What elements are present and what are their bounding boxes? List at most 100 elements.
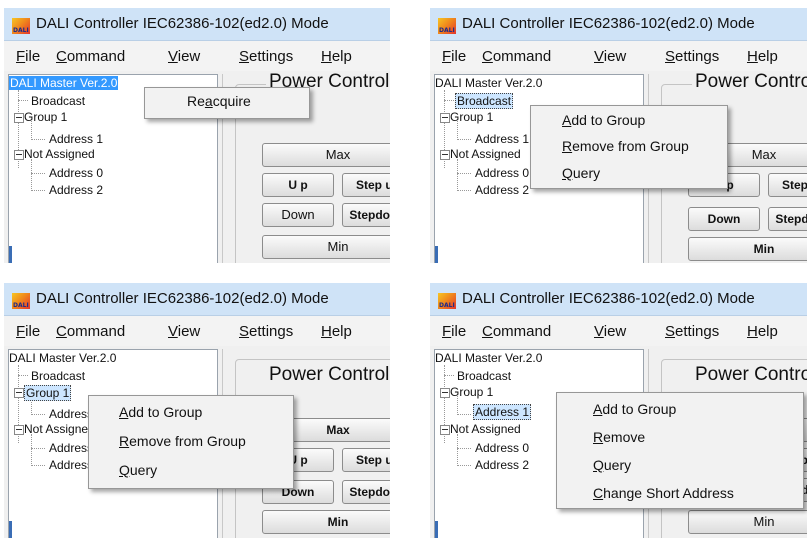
context-item-add-to-group[interactable]: Add to Group bbox=[562, 112, 645, 128]
collapse-icon[interactable] bbox=[440, 150, 450, 160]
tree-item-address-1[interactable]: Address 1 bbox=[473, 404, 532, 420]
menu-settings[interactable]: Settings bbox=[665, 48, 719, 65]
step-up-button[interactable]: Step up bbox=[342, 173, 390, 197]
tree-item-group-1[interactable]: Group 1 bbox=[450, 385, 493, 399]
collapse-icon[interactable] bbox=[440, 425, 450, 435]
collapse-icon[interactable] bbox=[440, 113, 450, 123]
menu-help[interactable]: Help bbox=[747, 48, 778, 65]
menu-file[interactable]: File bbox=[16, 48, 40, 65]
menu-view[interactable]: View bbox=[594, 48, 626, 65]
scrollbar[interactable] bbox=[435, 521, 438, 538]
tree-item-broadcast[interactable]: Broadcast bbox=[31, 369, 85, 383]
scrollbar[interactable] bbox=[435, 246, 438, 263]
menu-bar: File Command View Settings Help bbox=[430, 316, 807, 346]
tree-item-broadcast[interactable]: Broadcast bbox=[457, 369, 511, 383]
window-title: DALI Controller IEC62386-102(ed2.0) Mode bbox=[462, 290, 755, 307]
step-up-button[interactable]: Step up bbox=[342, 448, 390, 472]
menu-bar: File Command View Settings Help bbox=[4, 316, 390, 346]
step-down-button[interactable]: Stepdown bbox=[342, 203, 390, 227]
min-button[interactable]: Min bbox=[262, 510, 390, 534]
tree-item-not-assigned[interactable]: Not Assigned bbox=[24, 147, 95, 161]
menu-file[interactable]: File bbox=[442, 323, 466, 340]
menu-help[interactable]: Help bbox=[321, 323, 352, 340]
tree-item-not-assigned[interactable]: Not Assigned bbox=[450, 147, 521, 161]
menu-settings[interactable]: Settings bbox=[665, 323, 719, 340]
menu-command[interactable]: Command bbox=[56, 48, 125, 65]
power-control-title: Power Control bbox=[692, 71, 807, 93]
title-bar: DALI DALI Controller IEC62386-102(ed2.0)… bbox=[4, 8, 390, 41]
scrollbar[interactable] bbox=[9, 246, 12, 263]
context-item-add-to-group[interactable]: Add to Group bbox=[593, 401, 676, 417]
tree-item-broadcast[interactable]: Broadcast bbox=[455, 93, 514, 109]
screenshot-panel-2: DALI DALI Controller IEC62386-102(ed2.0)… bbox=[430, 8, 807, 263]
menu-view[interactable]: View bbox=[168, 323, 200, 340]
menu-command[interactable]: Command bbox=[482, 48, 551, 65]
down-button[interactable]: Down bbox=[262, 203, 334, 227]
context-item-query[interactable]: Query bbox=[119, 462, 157, 478]
min-button[interactable]: Min bbox=[688, 237, 807, 261]
tree-item-address-1[interactable]: Address 1 bbox=[49, 132, 103, 146]
tree-root-master[interactable]: DALI Master Ver.2.0 bbox=[435, 351, 542, 365]
tree-item-address-1[interactable]: Address 1 bbox=[475, 132, 529, 146]
up-button[interactable]: U p bbox=[262, 173, 334, 197]
menu-command[interactable]: Command bbox=[56, 323, 125, 340]
menu-settings[interactable]: Settings bbox=[239, 323, 293, 340]
power-control-title: Power Control bbox=[266, 364, 390, 386]
tree-item-address-0[interactable]: Address 0 bbox=[475, 166, 529, 180]
context-menu: Add to Group Remove from Group Query bbox=[88, 395, 294, 489]
menu-view[interactable]: View bbox=[168, 48, 200, 65]
tree-item-address-0[interactable]: Address 0 bbox=[475, 441, 529, 455]
context-item-change-short-address[interactable]: Change Short Address bbox=[593, 485, 734, 501]
menu-file[interactable]: File bbox=[442, 48, 466, 65]
menu-help[interactable]: Help bbox=[321, 48, 352, 65]
context-item-query[interactable]: Query bbox=[562, 165, 600, 181]
context-item-remove-from-group[interactable]: Remove from Group bbox=[119, 433, 246, 449]
scrollbar[interactable] bbox=[9, 521, 12, 538]
menu-settings[interactable]: Settings bbox=[239, 48, 293, 65]
max-button[interactable]: Max bbox=[262, 143, 390, 167]
min-button[interactable]: Min bbox=[688, 510, 807, 534]
title-bar: DALI DALI Controller IEC62386-102(ed2.0)… bbox=[4, 283, 390, 316]
step-up-button[interactable]: Step up bbox=[768, 173, 807, 197]
context-item-query[interactable]: Query bbox=[593, 457, 631, 473]
tree-item-address-2[interactable]: Address 2 bbox=[475, 458, 529, 472]
app-logo-icon: DALI bbox=[438, 293, 456, 309]
tree-item-address-2[interactable]: Address 2 bbox=[475, 183, 529, 197]
menu-command[interactable]: Command bbox=[482, 323, 551, 340]
collapse-icon[interactable] bbox=[440, 388, 450, 398]
collapse-icon[interactable] bbox=[14, 113, 24, 123]
window-title: DALI Controller IEC62386-102(ed2.0) Mode bbox=[36, 15, 329, 32]
step-down-button[interactable]: Stepdown bbox=[342, 480, 390, 504]
tree-item-group-1[interactable]: Group 1 bbox=[450, 110, 493, 124]
collapse-icon[interactable] bbox=[14, 425, 24, 435]
menu-file[interactable]: File bbox=[16, 323, 40, 340]
tree-item-broadcast[interactable]: Broadcast bbox=[31, 94, 85, 108]
context-item-remove[interactable]: Remove bbox=[593, 429, 645, 445]
step-down-button[interactable]: Stepdown bbox=[768, 207, 807, 231]
down-button[interactable]: Down bbox=[688, 207, 760, 231]
context-item-add-to-group[interactable]: Add to Group bbox=[119, 404, 202, 420]
context-menu: Add to Group Remove Query Change Short A… bbox=[556, 392, 804, 509]
tree-item-group-1[interactable]: Group 1 bbox=[24, 385, 72, 401]
context-item-reacquire[interactable]: Reacquire bbox=[187, 93, 251, 109]
min-button[interactable]: Min bbox=[262, 235, 390, 259]
tree-root-master[interactable]: DALI Master Ver.2.0 bbox=[9, 351, 116, 365]
tree-item-address-2[interactable]: Address 2 bbox=[49, 183, 103, 197]
tree-item-not-assigned[interactable]: Not Assigned bbox=[24, 422, 95, 436]
power-control-title: Power Control bbox=[692, 364, 807, 386]
tree-root-master[interactable]: DALI Master Ver.2.0 bbox=[9, 76, 119, 90]
menu-view[interactable]: View bbox=[594, 323, 626, 340]
collapse-icon[interactable] bbox=[14, 388, 24, 398]
menu-bar: File Command View Settings Help bbox=[4, 41, 390, 71]
tree-item-address-0[interactable]: Address 0 bbox=[49, 166, 103, 180]
app-logo-icon: DALI bbox=[12, 18, 30, 34]
tree-item-group-1[interactable]: Group 1 bbox=[24, 110, 67, 124]
tree-item-not-assigned[interactable]: Not Assigned bbox=[450, 422, 521, 436]
tree-root-master[interactable]: DALI Master Ver.2.0 bbox=[435, 76, 542, 90]
context-item-remove-from-group[interactable]: Remove from Group bbox=[562, 138, 689, 154]
context-menu: Add to Group Remove from Group Query bbox=[530, 105, 728, 189]
menu-help[interactable]: Help bbox=[747, 323, 778, 340]
title-bar: DALI DALI Controller IEC62386-102(ed2.0)… bbox=[430, 283, 807, 316]
screenshot-panel-4: DALI DALI Controller IEC62386-102(ed2.0)… bbox=[430, 283, 807, 538]
collapse-icon[interactable] bbox=[14, 150, 24, 160]
